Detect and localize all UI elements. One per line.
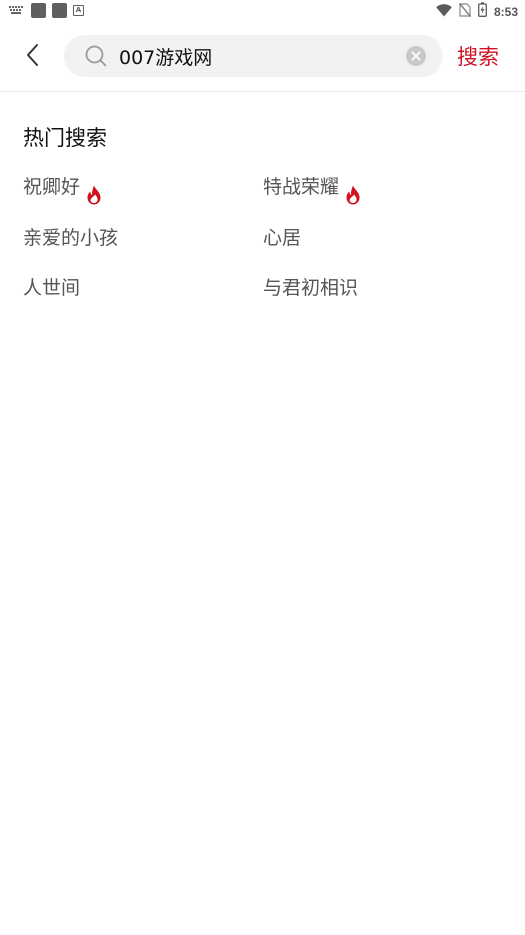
fire-icon <box>86 177 102 205</box>
battery-charging-icon <box>478 2 487 21</box>
back-button[interactable] <box>16 40 50 74</box>
app-square-icon <box>31 3 46 18</box>
keyboard-icon <box>9 6 23 15</box>
hot-search-item[interactable]: 心居 <box>263 216 301 260</box>
search-button[interactable]: 搜索 <box>457 40 499 74</box>
status-bar-right: 8:53 <box>436 2 518 21</box>
search-box[interactable] <box>64 35 443 77</box>
hot-search-item-label: 人世间 <box>23 277 81 299</box>
clear-circle-icon[interactable] <box>406 46 426 66</box>
hot-search-item[interactable]: 祝卿好 <box>23 165 102 209</box>
wifi-icon <box>436 2 452 21</box>
search-input[interactable] <box>119 35 399 77</box>
text-a-icon: A <box>73 5 84 16</box>
hot-search-title: 热门搜索 <box>23 126 107 150</box>
hot-search-item-label: 亲爱的小孩 <box>23 227 119 249</box>
hot-search-item-label: 心居 <box>263 227 302 249</box>
fire-icon <box>345 177 361 205</box>
hot-search-item-label: 与君初相识 <box>263 277 359 299</box>
hot-search-item-label: 祝卿好 <box>23 176 81 198</box>
hot-search-item[interactable]: 特战荣耀 <box>263 165 361 209</box>
hot-search-item[interactable]: 亲爱的小孩 <box>23 216 118 260</box>
status-bar-left: A <box>9 3 84 18</box>
app-square-icon <box>52 3 67 18</box>
hot-search-item-label: 特战荣耀 <box>263 176 340 198</box>
search-icon <box>84 44 108 68</box>
hot-search-item[interactable]: 与君初相识 <box>263 266 358 310</box>
chevron-left-icon <box>25 42 41 72</box>
hot-search-item[interactable]: 人世间 <box>23 266 80 310</box>
status-bar: A 8:53 <box>0 0 525 22</box>
no-sim-icon <box>458 2 472 21</box>
search-header: 搜索 <box>0 22 525 92</box>
status-time: 8:53 <box>493 4 518 19</box>
